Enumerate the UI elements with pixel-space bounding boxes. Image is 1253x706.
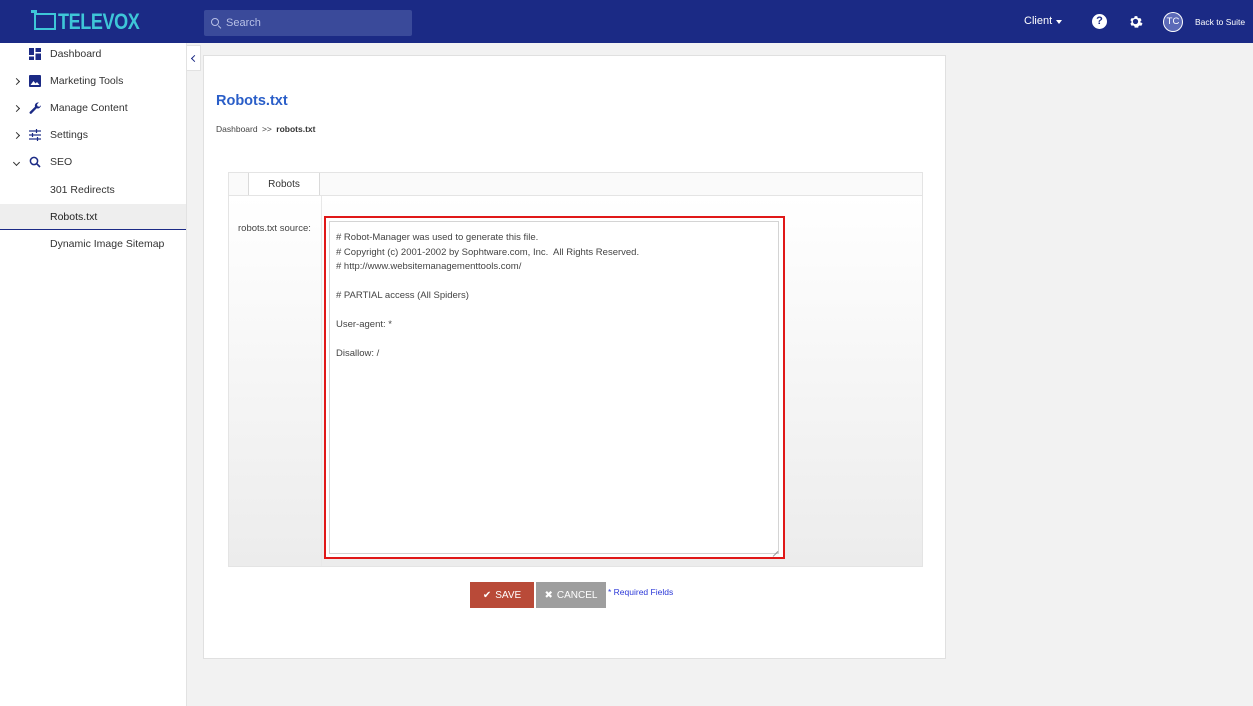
sidebar-collapse-button[interactable]: [187, 45, 201, 71]
client-label: Client: [1024, 15, 1053, 27]
tab-strip: Robots: [228, 172, 923, 196]
client-dropdown[interactable]: Client: [1024, 15, 1063, 27]
sidebar-item-dashboard[interactable]: Dashboard: [0, 41, 186, 67]
top-bar: TELEVOX Client ? TC Back to Suite: [0, 0, 1253, 43]
sidebar-item-label: 301 Redirects: [50, 184, 115, 196]
required-fields-note: * Required Fields: [608, 587, 674, 597]
avatar[interactable]: TC: [1163, 12, 1183, 32]
chevron-right-icon: [11, 102, 21, 114]
back-to-suite-link[interactable]: Back to Suite: [1195, 17, 1245, 27]
search-icon: [211, 17, 222, 29]
sidebar-item-robots-txt[interactable]: Robots.txt: [0, 204, 186, 230]
sidebar-item-label: Marketing Tools: [50, 75, 124, 87]
search-box[interactable]: [204, 10, 412, 36]
sidebar-item-label: Manage Content: [50, 102, 128, 114]
chevron-right-icon: [11, 75, 21, 87]
sidebar-item-dynamic-image-sitemap[interactable]: Dynamic Image Sitemap: [0, 231, 186, 257]
robots-form-panel: robots.txt source: # Robot-Manager was u…: [228, 195, 923, 567]
help-icon[interactable]: ?: [1092, 14, 1107, 29]
sidebar-item-label: Dynamic Image Sitemap: [50, 238, 165, 250]
page-title: Robots.txt: [216, 93, 288, 109]
sidebar-item-seo[interactable]: SEO: [0, 149, 186, 175]
breadcrumb: Dashboard >> robots.txt: [216, 124, 315, 134]
logo-text: TELEVOX: [58, 8, 140, 34]
cancel-label: CANCEL: [556, 589, 598, 601]
form-actions: ✔ SAVE ✖ CANCEL * Required Fields: [470, 582, 673, 608]
sidebar-item-manage-content[interactable]: Manage Content: [0, 95, 186, 121]
robots-source-textarea[interactable]: # Robot-Manager was used to generate thi…: [329, 221, 779, 554]
gear-icon[interactable]: [1128, 14, 1143, 29]
chevron-right-icon: [11, 129, 21, 141]
sidebar-item-label: Dashboard: [50, 48, 102, 60]
save-label: SAVE: [495, 589, 522, 601]
wrench-icon: [29, 102, 41, 114]
sidebar-item-301-redirects[interactable]: 301 Redirects: [0, 177, 186, 203]
sidebar-item-settings[interactable]: Settings: [0, 122, 186, 148]
tab-robots[interactable]: Robots: [248, 173, 320, 196]
save-button[interactable]: ✔ SAVE: [470, 582, 534, 608]
resize-handle-icon[interactable]: [772, 546, 778, 552]
breadcrumb-dashboard-link[interactable]: Dashboard: [216, 124, 258, 134]
search-icon: [29, 156, 41, 168]
sidebar-item-label: Settings: [50, 129, 88, 141]
highlight-box: # Robot-Manager was used to generate thi…: [324, 216, 785, 559]
sidebar-item-label: Robots.txt: [50, 210, 98, 223]
breadcrumb-current: robots.txt: [276, 124, 316, 134]
sidebar-item-marketing-tools[interactable]: Marketing Tools: [0, 68, 186, 94]
caret-down-icon: [1056, 19, 1063, 24]
robots-source-label: robots.txt source:: [238, 223, 311, 234]
avatar-initials: TC: [1164, 13, 1182, 31]
close-icon: ✖: [544, 589, 553, 601]
content-card: Robots.txt Dashboard >> robots.txt Robot…: [203, 55, 946, 659]
check-icon: ✔: [482, 589, 492, 601]
search-input[interactable]: [226, 17, 406, 29]
logo-mark-icon: [31, 10, 56, 30]
cancel-button[interactable]: ✖ CANCEL: [536, 582, 606, 608]
chevron-down-icon: [11, 156, 21, 168]
breadcrumb-separator: >>: [261, 124, 272, 134]
image-icon: [29, 75, 41, 87]
sidebar-item-label: SEO: [50, 156, 73, 168]
sidebar: Dashboard Marketing Tools Manage Content…: [0, 43, 187, 706]
sliders-icon: [29, 129, 41, 141]
dashboard-icon: [29, 48, 41, 60]
label-column: robots.txt source:: [229, 196, 322, 566]
chevron-left-icon: [190, 54, 199, 62]
televox-logo[interactable]: TELEVOX: [31, 8, 157, 35]
